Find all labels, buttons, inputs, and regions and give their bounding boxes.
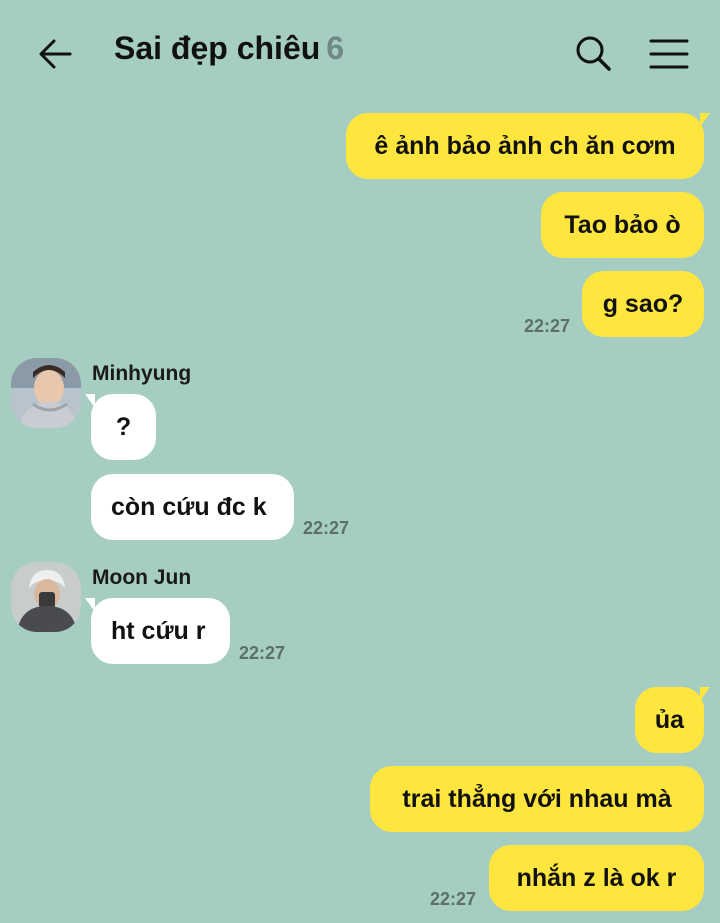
- message-text: ê ảnh bảo ảnh ch ăn cơm: [374, 131, 676, 160]
- chat-title: Sai đẹp chiêu 6: [114, 30, 344, 67]
- my-message-bubble[interactable]: Tao bảo ò: [541, 192, 704, 258]
- other-message-bubble[interactable]: còn cứu đc k: [91, 474, 294, 540]
- my-message-bubble[interactable]: nhắn z là ok r: [489, 845, 704, 911]
- sender-name: Minhyung: [92, 362, 192, 385]
- my-message-bubble[interactable]: trai thẳng với nhau mà: [370, 766, 704, 832]
- my-message-bubble[interactable]: ê ảnh bảo ảnh ch ăn cơm: [346, 113, 710, 179]
- avatar-moon-jun[interactable]: [11, 562, 81, 632]
- message-timestamp: 22:27: [303, 518, 350, 538]
- message-text: ht cứu r: [111, 616, 206, 645]
- search-button[interactable]: [574, 34, 614, 74]
- chat-title-text: Sai đẹp chiêu: [114, 30, 321, 66]
- hamburger-menu-icon: [649, 39, 689, 69]
- member-count: 6: [326, 30, 345, 66]
- message-text: ?: [115, 412, 132, 441]
- other-message-bubble[interactable]: ?: [85, 394, 156, 460]
- profile-photo: [11, 358, 81, 428]
- my-message-bubble[interactable]: g sao?: [582, 271, 704, 337]
- message-timestamp: 22:27: [430, 889, 477, 909]
- message-text: ủa: [654, 705, 685, 734]
- search-icon: [576, 36, 611, 71]
- arrow-left-icon: [39, 39, 72, 69]
- chat-header: Sai đẹp chiêu 6: [0, 0, 720, 105]
- avatar-minhyung[interactable]: [11, 358, 81, 428]
- message-text: g sao?: [602, 289, 684, 318]
- message-timestamp: 22:27: [524, 316, 571, 336]
- message-timestamp: 22:27: [239, 643, 286, 663]
- message-text: Tao bảo ò: [564, 210, 681, 239]
- sender-name: Moon Jun: [92, 566, 192, 589]
- message-text: nhắn z là ok r: [516, 863, 677, 892]
- message-text: trai thẳng với nhau mà: [402, 784, 672, 813]
- other-message-bubble[interactable]: ht cứu r: [85, 598, 230, 664]
- message-text: còn cứu đc k: [111, 492, 267, 521]
- menu-button[interactable]: [648, 36, 690, 72]
- profile-photo: [11, 562, 81, 632]
- my-message-bubble[interactable]: ủa: [635, 687, 710, 753]
- back-button[interactable]: [36, 34, 76, 74]
